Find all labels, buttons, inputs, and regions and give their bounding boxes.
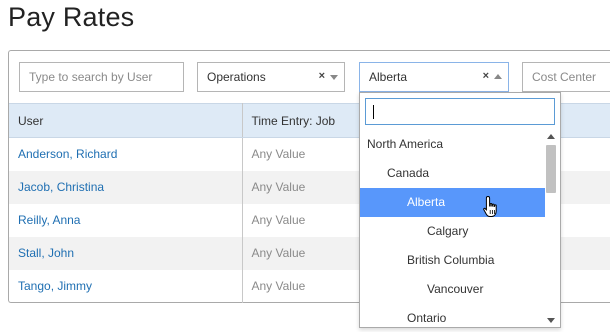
operations-select[interactable]: Operations × bbox=[197, 62, 345, 92]
dropdown-scrollbar[interactable] bbox=[544, 130, 558, 327]
cost-center-placeholder: Cost Center bbox=[532, 70, 597, 84]
chevron-down-icon[interactable] bbox=[330, 75, 338, 80]
user-search-field[interactable] bbox=[19, 62, 184, 92]
user-link[interactable]: Reilly, Anna bbox=[9, 203, 243, 237]
dropdown-option[interactable]: Vancouver bbox=[360, 275, 545, 304]
region-select[interactable]: Alberta × bbox=[359, 62, 509, 92]
user-link[interactable]: Anderson, Richard bbox=[9, 137, 243, 171]
column-header-user[interactable]: User bbox=[9, 103, 243, 138]
chevron-up-icon[interactable] bbox=[494, 74, 502, 79]
dropdown-option[interactable]: Calgary bbox=[360, 217, 545, 246]
user-search-input[interactable] bbox=[29, 70, 179, 84]
region-tree-list: North America Canada Alberta Calgary Bri… bbox=[360, 130, 545, 332]
dropdown-option[interactable]: British Columbia bbox=[360, 246, 545, 275]
close-icon[interactable]: × bbox=[319, 70, 325, 82]
cost-center-select[interactable]: Cost Center bbox=[522, 62, 610, 92]
region-dropdown: North America Canada Alberta Calgary Bri… bbox=[359, 92, 561, 328]
user-link[interactable]: Stall, John bbox=[9, 236, 243, 270]
close-icon[interactable]: × bbox=[483, 70, 489, 82]
scroll-up-icon[interactable] bbox=[547, 134, 555, 139]
user-link[interactable]: Jacob, Christina bbox=[9, 170, 243, 204]
dropdown-option[interactable]: Canada bbox=[360, 159, 545, 188]
scrollbar-thumb[interactable] bbox=[546, 145, 556, 193]
operations-select-value: Operations bbox=[207, 70, 266, 84]
hand-pointer-icon bbox=[483, 195, 497, 217]
text-cursor bbox=[373, 105, 374, 119]
dropdown-option[interactable]: North America bbox=[360, 130, 545, 159]
dropdown-option[interactable]: Ontario bbox=[360, 304, 545, 332]
region-select-value: Alberta bbox=[369, 70, 408, 84]
scroll-down-icon[interactable] bbox=[547, 318, 555, 323]
dropdown-option-selected[interactable]: Alberta bbox=[360, 188, 545, 217]
user-link[interactable]: Tango, Jimmy bbox=[9, 269, 243, 303]
dropdown-search-input[interactable] bbox=[365, 98, 555, 125]
page-title: Pay Rates bbox=[8, 2, 135, 32]
